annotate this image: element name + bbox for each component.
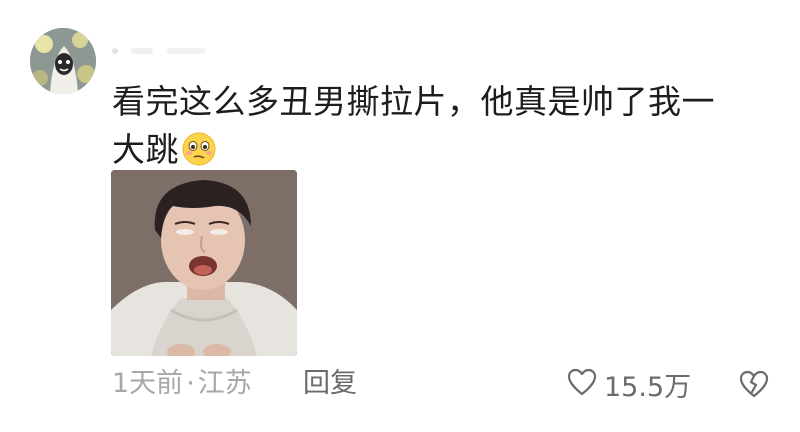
- comment-time: 1天前: [112, 368, 184, 399]
- like-count: 15.5万: [604, 371, 692, 403]
- avatar[interactable]: [30, 28, 96, 94]
- heart-outline-icon: [566, 367, 598, 401]
- meta-separator: ·: [186, 368, 195, 399]
- woozy-face-emoji-icon: [181, 131, 217, 167]
- attached-photo[interactable]: [111, 170, 297, 356]
- username-redacted[interactable]: [112, 40, 272, 54]
- photo-image: [111, 170, 297, 356]
- dislike-button[interactable]: [738, 368, 770, 400]
- avatar-image: [30, 28, 96, 94]
- comment-text-line2-text: 大跳: [112, 130, 179, 169]
- comment-location: 江苏: [197, 368, 252, 399]
- comment-text: 看完这么多丑男撕拉片，他真是帅了我一 大跳: [112, 78, 772, 174]
- username-blur: [166, 47, 207, 54]
- username-blur: [112, 47, 118, 54]
- comment-text-line2: 大跳: [112, 126, 772, 174]
- comment-meta: 1天前 · 江苏: [112, 364, 252, 404]
- broken-heart-icon: [738, 370, 770, 404]
- comment-text-line1: 看完这么多丑男撕拉片，他真是帅了我一: [112, 82, 715, 121]
- comment-item: 看完这么多丑男撕拉片，他真是帅了我一 大跳 1天前 · 江苏 回复 15.5万: [0, 0, 800, 432]
- like-button[interactable]: 15.5万: [566, 364, 691, 404]
- username-blur: [131, 47, 154, 54]
- reply-button[interactable]: 回复: [303, 364, 357, 404]
